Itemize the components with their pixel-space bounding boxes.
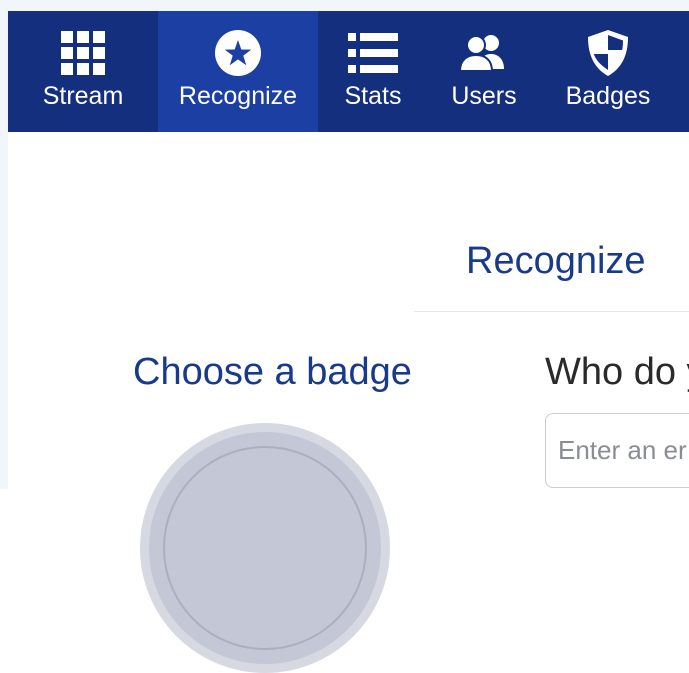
nav-item-stream[interactable]: Stream	[8, 11, 158, 132]
choose-badge-heading: Choose a badge	[133, 351, 412, 393]
nav-label-stats: Stats	[344, 82, 402, 110]
nav-label-badges: Badges	[565, 82, 651, 110]
top-navbar: Stream Recognize Stats Users Badges	[8, 11, 689, 132]
star-circle-icon	[215, 30, 261, 76]
nav-item-stats[interactable]: Stats	[318, 11, 428, 132]
badge-picker-inner-ring	[163, 446, 367, 650]
title-divider	[414, 311, 689, 312]
shield-icon	[588, 30, 628, 76]
nav-label-recognize: Recognize	[178, 82, 298, 110]
recipient-heading: Who do y	[545, 351, 689, 393]
page-title: Recognize	[466, 240, 646, 282]
nav-label-users: Users	[451, 82, 517, 110]
badge-picker-circle[interactable]	[140, 423, 390, 673]
list-icon	[348, 33, 398, 73]
nav-item-recognize[interactable]: Recognize	[158, 11, 318, 132]
nav-item-badges[interactable]: Badges	[553, 11, 663, 132]
window-left-strip	[0, 0, 8, 489]
window-top-strip	[0, 0, 689, 11]
grid-icon	[61, 31, 105, 75]
nav-label-stream: Stream	[42, 82, 124, 110]
recipient-email-input[interactable]	[545, 413, 689, 488]
nav-item-users[interactable]: Users	[428, 11, 540, 132]
users-icon	[458, 35, 504, 72]
